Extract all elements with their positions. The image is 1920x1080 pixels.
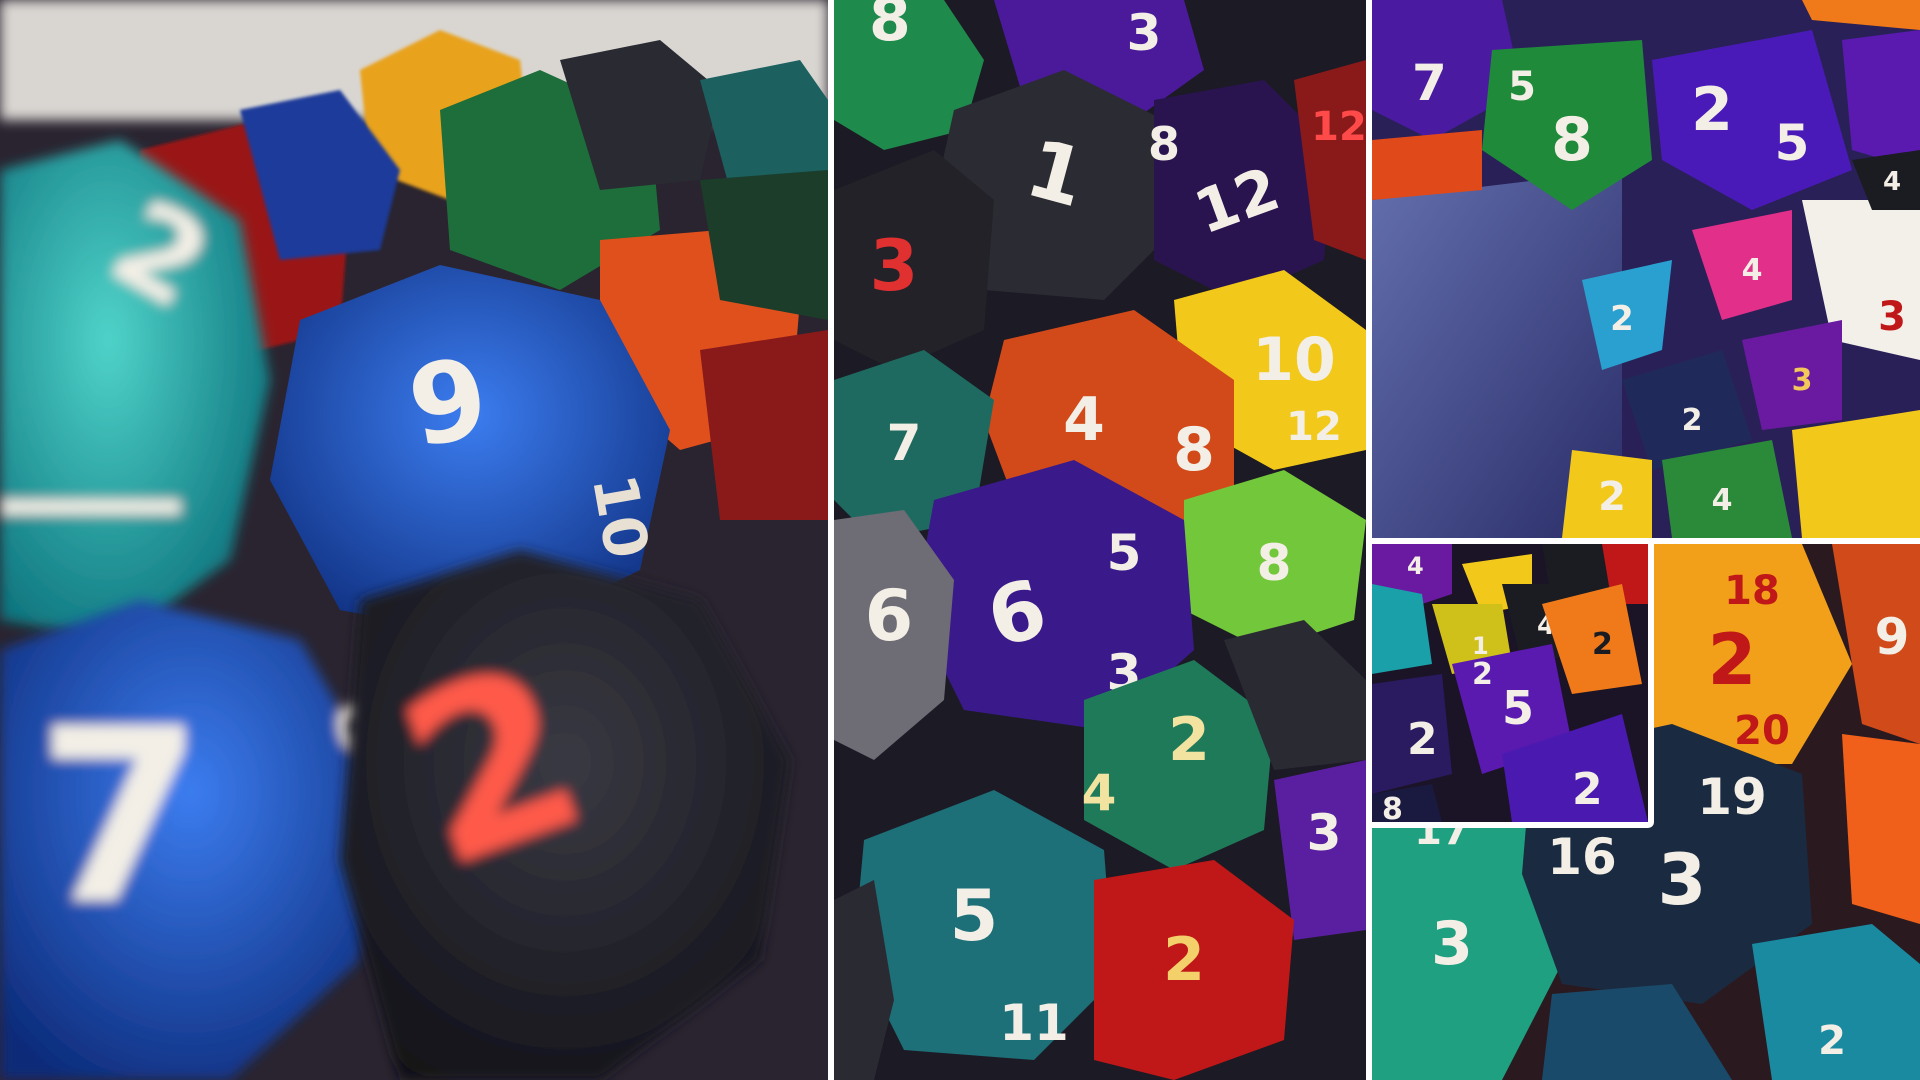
inset-photo-panel: 4 1 4 2 2 5 2 2 8: [1366, 538, 1654, 828]
svg-text:2: 2: [1168, 705, 1210, 775]
svg-text:6: 6: [865, 575, 914, 657]
svg-text:4: 4: [1742, 253, 1763, 288]
svg-text:4: 4: [1883, 167, 1901, 197]
svg-text:11: 11: [999, 994, 1069, 1052]
svg-text:4: 4: [1407, 552, 1424, 580]
svg-text:20: 20: [1734, 708, 1790, 754]
svg-text:2: 2: [1592, 627, 1613, 662]
svg-text:7: 7: [1412, 54, 1447, 112]
svg-text:8: 8: [869, 0, 911, 55]
svg-text:19: 19: [1697, 768, 1767, 826]
svg-text:2: 2: [1818, 1018, 1846, 1064]
top-right-photo-panel: 7 8 5 2 5 2 4 3 2 3 2 4 4: [1372, 0, 1920, 538]
top-right-photo: 7 8 5 2 5 2 4 3 2 3 2 4 4: [1372, 0, 1920, 538]
svg-text:8: 8: [1382, 792, 1403, 822]
dice-photo-collage: 9 10 2 7 8 2 8: [0, 0, 1920, 1080]
svg-text:2: 2: [1407, 714, 1438, 765]
svg-text:12: 12: [1286, 404, 1342, 450]
svg-text:8: 8: [1173, 415, 1215, 485]
svg-text:5: 5: [1107, 524, 1142, 582]
svg-text:7: 7: [37, 677, 204, 957]
svg-text:3: 3: [1431, 909, 1473, 979]
svg-text:3: 3: [1658, 839, 1707, 921]
svg-text:5: 5: [1775, 114, 1810, 172]
svg-text:8: 8: [1257, 534, 1292, 592]
svg-text:10: 10: [578, 469, 661, 563]
svg-text:4: 4: [1712, 483, 1733, 518]
center-photo: 8 3 1 12 8 12 3 10 12 4 8 7 8 6 5 3 6 2 …: [834, 0, 1366, 1080]
svg-text:3: 3: [870, 225, 919, 307]
svg-text:18: 18: [1724, 568, 1780, 614]
svg-text:2: 2: [1610, 299, 1634, 339]
svg-text:2: 2: [1598, 474, 1626, 520]
svg-text:8: 8: [1551, 105, 1593, 175]
inset-photo: 4 1 4 2 2 5 2 2 8: [1372, 544, 1648, 822]
svg-text:12: 12: [1311, 104, 1366, 150]
center-photo-panel: 8 3 1 12 8 12 3 10 12 4 8 7 8 6 5 3 6 2 …: [834, 0, 1366, 1080]
svg-text:2: 2: [1682, 403, 1703, 438]
svg-text:3: 3: [1127, 4, 1162, 62]
svg-text:4: 4: [1063, 385, 1105, 455]
svg-text:3: 3: [1792, 363, 1813, 398]
svg-text:2: 2: [1691, 75, 1733, 145]
svg-text:9: 9: [1875, 608, 1910, 666]
svg-text:4: 4: [1082, 764, 1117, 822]
svg-text:2: 2: [1708, 619, 1757, 701]
svg-text:3: 3: [1307, 804, 1342, 862]
svg-text:1: 1: [1472, 632, 1489, 660]
left-photo-panel: 9 10 2 7 8 2: [0, 0, 828, 1080]
svg-text:16: 16: [1547, 828, 1617, 886]
svg-text:5: 5: [1508, 64, 1536, 110]
left-photo: 9 10 2 7 8 2: [0, 0, 828, 1080]
svg-text:7: 7: [887, 414, 922, 472]
svg-text:2: 2: [1472, 657, 1493, 692]
svg-text:8: 8: [1148, 117, 1180, 171]
svg-text:5: 5: [950, 875, 999, 957]
svg-text:2: 2: [1572, 764, 1603, 815]
svg-text:2: 2: [1163, 925, 1205, 995]
svg-text:3: 3: [1878, 294, 1906, 340]
svg-text:10: 10: [1252, 325, 1336, 395]
svg-text:5: 5: [1502, 681, 1534, 735]
